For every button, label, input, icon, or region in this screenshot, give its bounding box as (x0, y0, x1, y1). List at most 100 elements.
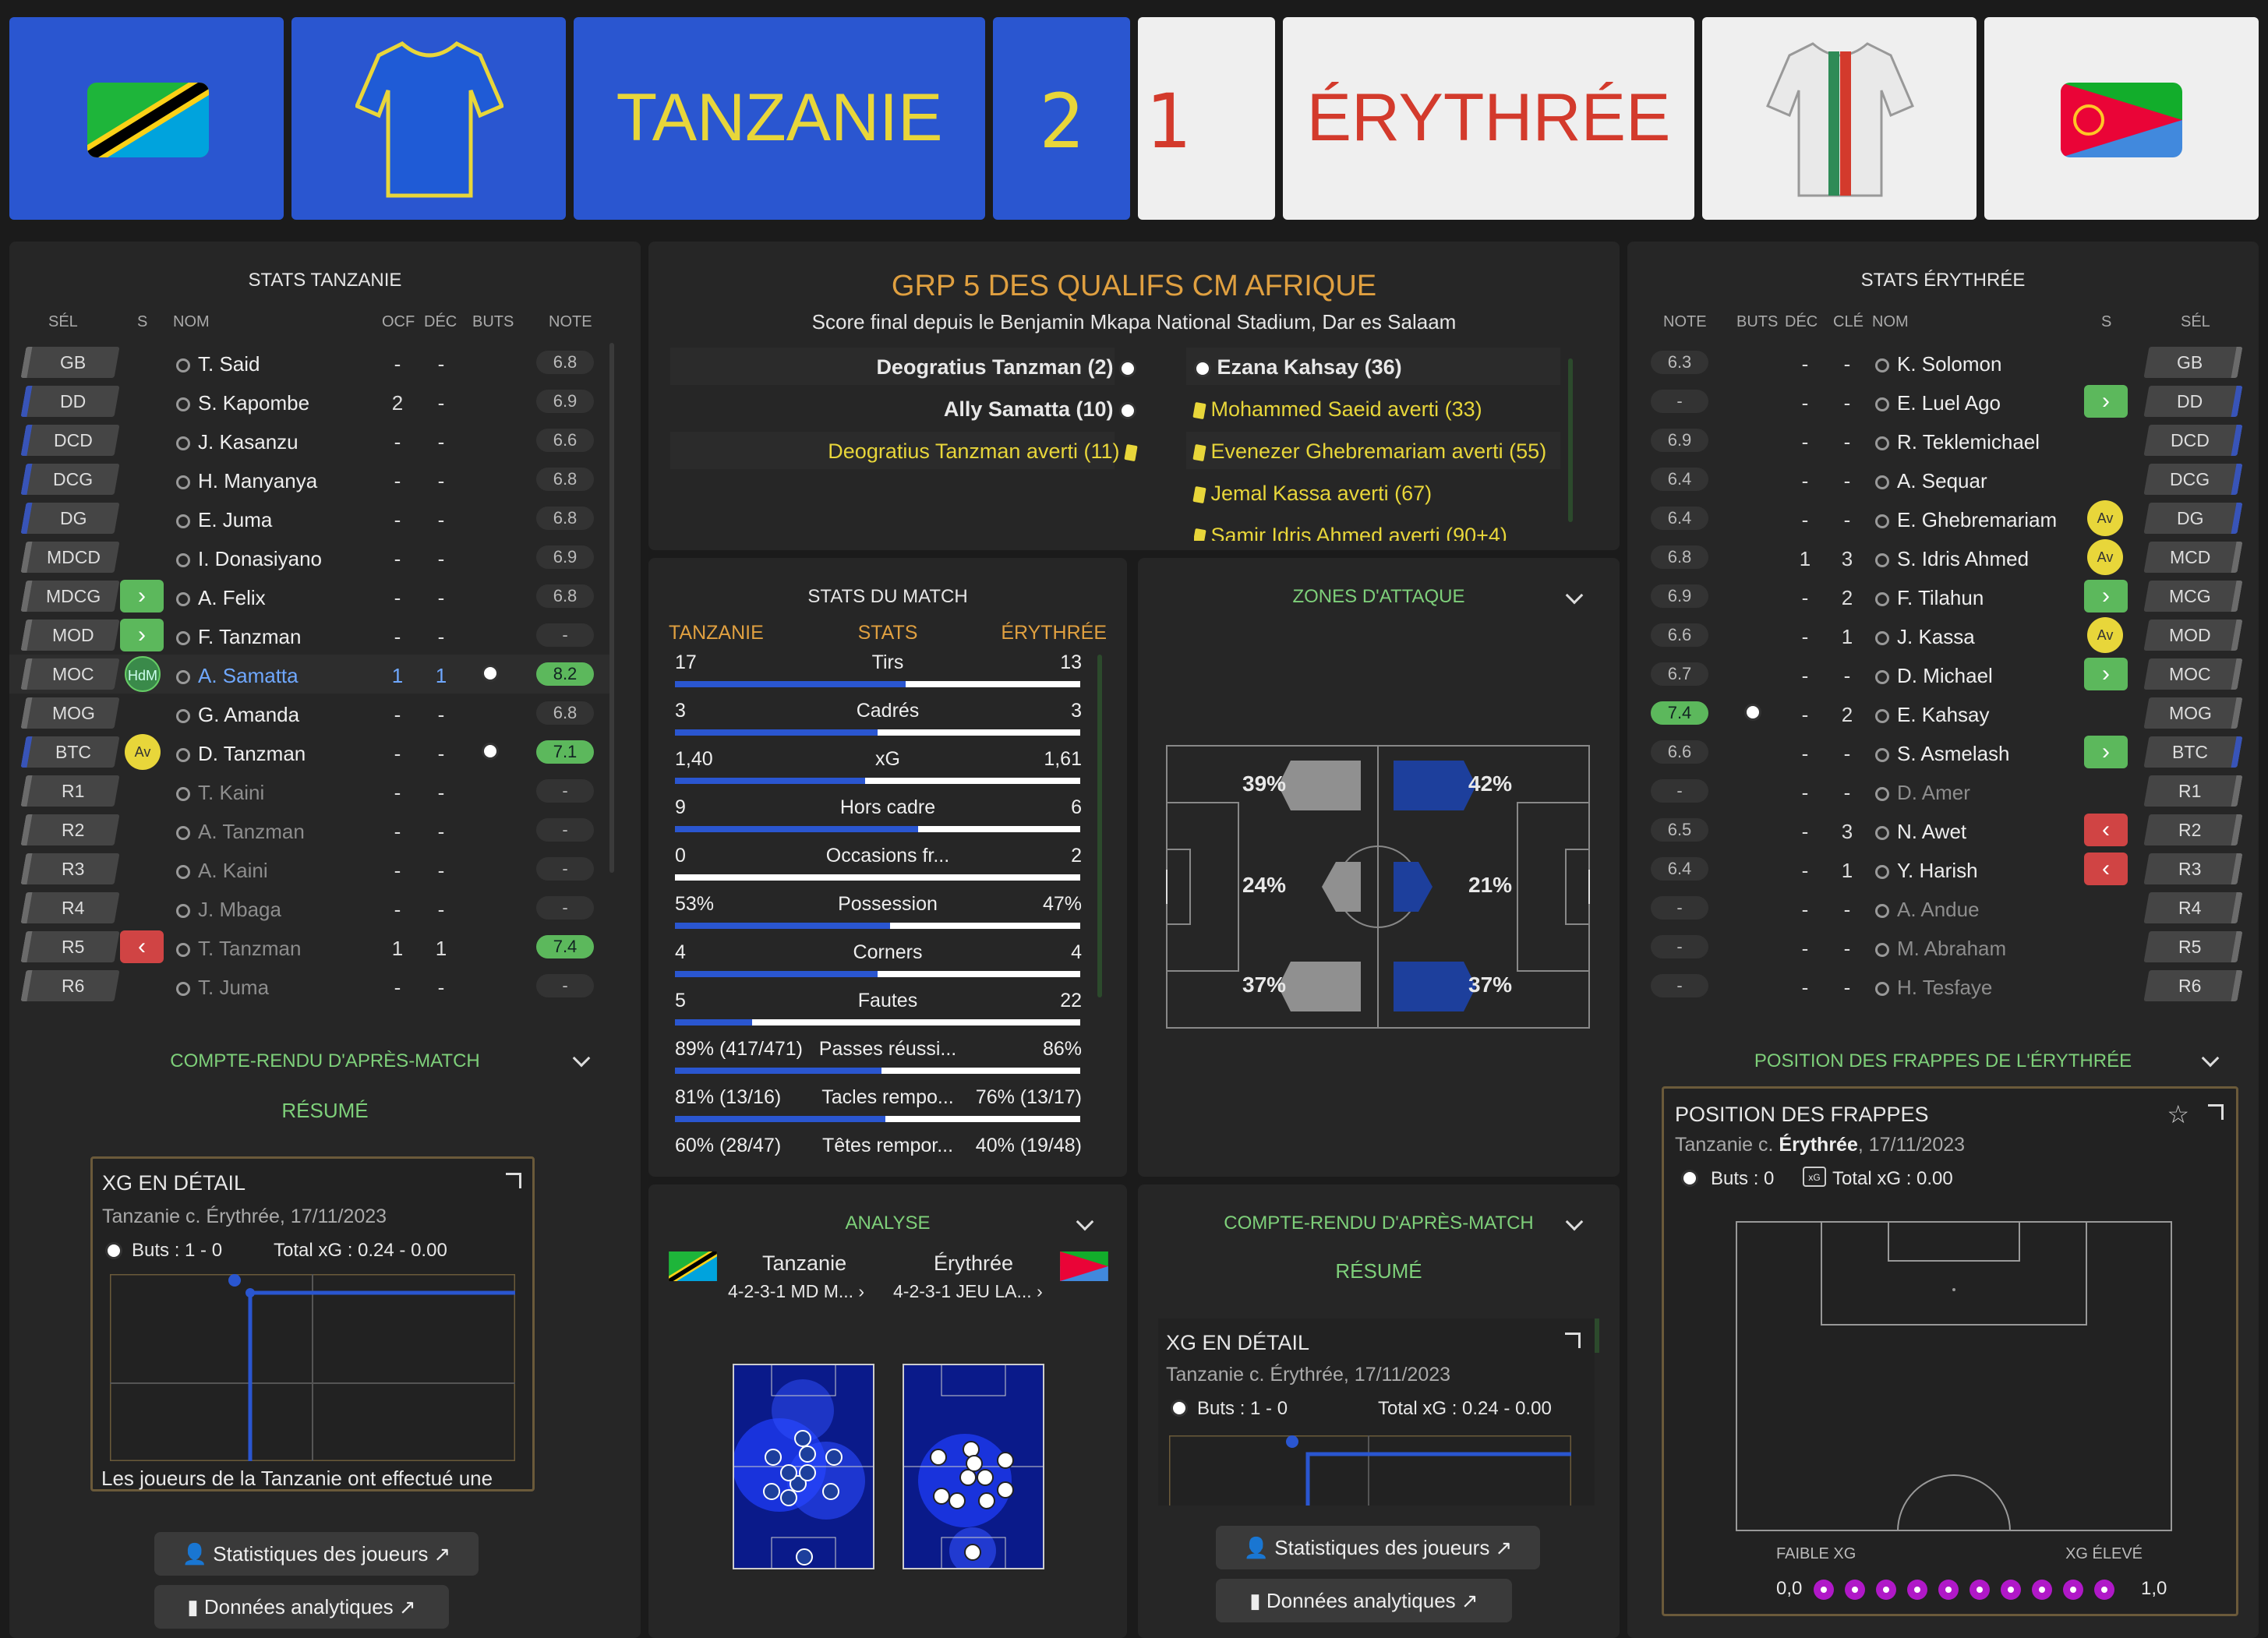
player-row[interactable]: DCD J. Kasanzu - - 6.6 (9, 421, 609, 460)
col-buts[interactable]: BUTS (472, 313, 514, 331)
home-heatmap[interactable] (733, 1364, 874, 1569)
player-row[interactable]: 6.3- - K. Solomon GB (1627, 343, 2259, 382)
player-row[interactable]: BTC Av D. Tanzman - - 7.1 (9, 733, 609, 771)
away-formation-link[interactable]: 4-2-3-1 JEU LA... › (893, 1281, 1043, 1302)
player-name[interactable]: Y. Harish (1875, 859, 1978, 883)
player-row[interactable]: R5 ‹ T. Tanzman 1 1 7.4 (9, 927, 609, 966)
position-badge[interactable]: R3 (2143, 853, 2243, 884)
player-name[interactable]: A. Andue (1875, 898, 1980, 922)
col-s[interactable]: S (137, 313, 147, 331)
col-s[interactable]: S (2101, 313, 2111, 331)
player-row[interactable]: R1 T. Kaini - - - (9, 771, 609, 810)
player-name[interactable]: E. Luel Ago (1875, 391, 2001, 415)
player-row[interactable]: 6.8 1 3 S. Idris Ahmed Av MCD (1627, 538, 2259, 577)
position-badge[interactable]: R3 (20, 853, 120, 884)
col-note[interactable]: NOTE (1663, 313, 1707, 331)
position-badge[interactable]: DCG (20, 464, 120, 495)
position-badge[interactable]: R5 (20, 931, 120, 962)
player-name[interactable]: T. Tanzman (176, 937, 301, 961)
player-row[interactable]: 6.7 - - D. Michael › MOC (1627, 655, 2259, 694)
away-heatmap[interactable] (903, 1364, 1044, 1569)
position-badge[interactable]: MDCG (20, 581, 120, 612)
player-name[interactable]: E. Kahsay (1875, 703, 1990, 727)
position-badge[interactable]: GB (2143, 347, 2243, 378)
player-row[interactable]: 7.4 - 2 E. Kahsay MOG (1627, 694, 2259, 733)
player-row[interactable]: GB T. Said - - 6.8 (9, 343, 609, 382)
player-name[interactable]: J. Kasanzu (176, 430, 299, 454)
position-badge[interactable]: R2 (20, 814, 120, 845)
player-row[interactable]: 6.9- - R. Teklemichael DCD (1627, 421, 2259, 460)
player-row[interactable]: - - - H. Tesfaye R6 (1627, 966, 2259, 1005)
player-stats-button[interactable]: 👤 Statistiques des joueurs ↗ (1216, 1526, 1540, 1569)
player-row[interactable]: 6.4 - - A. Sequar DCG (1627, 460, 2259, 499)
center-resume-tab[interactable]: RÉSUMÉ (1138, 1259, 1620, 1283)
player-name[interactable]: H. Manyanya (176, 469, 317, 493)
player-row[interactable]: DCG H. Manyanya - - 6.8 (9, 460, 609, 499)
position-badge[interactable]: DCD (20, 425, 120, 456)
player-row[interactable]: MDCD I. Donasiyano - - 6.9 (9, 538, 609, 577)
col-buts[interactable]: BUTS (1736, 313, 1778, 331)
analytics-button[interactable]: ▮ Données analytiques ↗ (1216, 1579, 1512, 1622)
player-name[interactable]: D. Amer (1875, 781, 1970, 805)
player-name[interactable]: D. Tanzman (176, 742, 306, 766)
position-badge[interactable]: MCD (2143, 542, 2243, 573)
position-badge[interactable]: DG (2143, 503, 2243, 534)
home-formation-link[interactable]: 4-2-3-1 MD M... › (728, 1281, 864, 1302)
position-badge[interactable]: R4 (20, 892, 120, 923)
position-badge[interactable]: MOG (2143, 697, 2243, 729)
player-row[interactable]: R2 A. Tanzman - - - (9, 810, 609, 849)
star-icon[interactable]: ☆ (2167, 1100, 2189, 1129)
expand-icon[interactable] (1565, 1333, 1581, 1348)
player-row[interactable]: R6 T. Juma - - - (9, 966, 609, 1005)
player-stats-button[interactable]: 👤 Statistiques des joueurs ↗ (154, 1532, 479, 1576)
position-badge[interactable]: R4 (2143, 892, 2243, 923)
position-badge[interactable]: MOC (2143, 658, 2243, 690)
player-name[interactable]: A. Samatta (176, 664, 299, 688)
position-badge[interactable]: MCG (2143, 581, 2243, 612)
player-row[interactable]: DG E. Juma - - 6.8 (9, 499, 609, 538)
stats-scrollbar[interactable] (1097, 655, 1102, 997)
position-badge[interactable]: R6 (20, 970, 120, 1001)
player-name[interactable]: T. Juma (176, 976, 269, 1000)
col-sel[interactable]: SÉL (48, 313, 78, 331)
position-badge[interactable]: BTC (20, 736, 120, 768)
col-dec[interactable]: DÉC (424, 313, 457, 331)
position-badge[interactable]: MOD (20, 620, 120, 651)
player-name[interactable]: F. Tanzman (176, 625, 301, 649)
player-name[interactable]: A. Kaini (176, 859, 268, 883)
player-name[interactable]: A. Tanzman (176, 820, 305, 844)
player-name[interactable]: A. Sequar (1875, 469, 1987, 493)
player-name[interactable]: S. Kapombe (176, 391, 309, 415)
player-row[interactable]: R4 J. Mbaga - - - (9, 888, 609, 927)
player-name[interactable]: A. Felix (176, 586, 266, 610)
player-name[interactable]: K. Solomon (1875, 352, 2001, 376)
col-ocf[interactable]: OCF (382, 313, 415, 331)
player-row[interactable]: - - - E. Luel Ago › DD (1627, 382, 2259, 421)
player-row[interactable]: DD S. Kapombe 2 - 6.9 (9, 382, 609, 421)
player-name[interactable]: H. Tesfaye (1875, 976, 1992, 1000)
col-dec[interactable]: DÉC (1785, 313, 1818, 331)
player-name[interactable]: J. Kassa (1875, 625, 1975, 649)
player-row[interactable]: MOG G. Amanda - - 6.8 (9, 694, 609, 733)
analytics-button[interactable]: ▮ Données analytiques ↗ (154, 1585, 449, 1629)
col-nom[interactable]: NOM (173, 313, 210, 331)
expand-icon[interactable] (506, 1173, 521, 1188)
position-badge[interactable]: MOC (20, 658, 120, 690)
player-row[interactable]: - - - D. Amer R1 (1627, 771, 2259, 810)
player-name[interactable]: R. Teklemichael (1875, 430, 2040, 454)
player-name[interactable]: G. Amanda (176, 703, 299, 727)
player-name[interactable]: T. Said (176, 352, 260, 376)
position-badge[interactable]: R6 (2143, 970, 2243, 1001)
player-row[interactable]: - - - A. Andue R4 (1627, 888, 2259, 927)
report-scrollbar[interactable] (1595, 1319, 1599, 1353)
player-name[interactable]: S. Idris Ahmed (1875, 547, 2029, 571)
player-name[interactable]: F. Tilahun (1875, 586, 1984, 610)
position-badge[interactable]: R1 (20, 775, 120, 807)
col-nom[interactable]: NOM (1872, 313, 1909, 331)
player-row[interactable]: 6.6 - - S. Asmelash › BTC (1627, 733, 2259, 771)
player-row[interactable]: 6.4 - 1 Y. Harish ‹ R3 (1627, 849, 2259, 888)
events-scrollbar[interactable] (1568, 358, 1573, 522)
player-row[interactable]: R3 A. Kaini - - - (9, 849, 609, 888)
home-scrollbar[interactable] (609, 343, 614, 873)
player-name[interactable]: N. Awet (1875, 820, 1966, 844)
